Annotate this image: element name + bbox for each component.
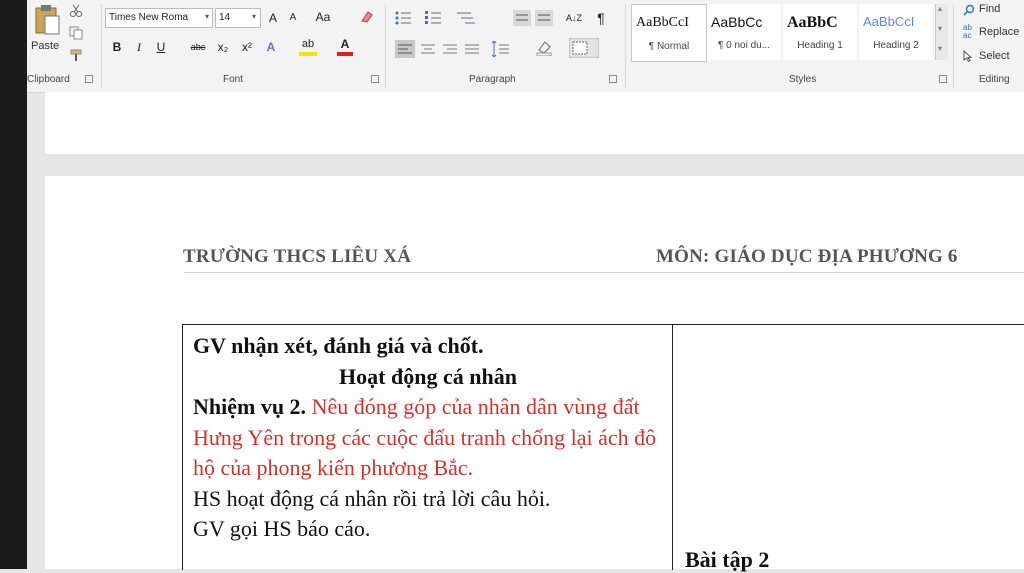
underline-button[interactable]: U — [153, 38, 169, 56]
font-color-button[interactable]: A — [337, 36, 353, 56]
cell-line-activity: Hoạt động cá nhân — [339, 363, 517, 389]
header-rule — [184, 272, 1024, 273]
line-spacing-icon[interactable] — [489, 41, 511, 57]
chevron-down-icon[interactable]: ▾ — [205, 12, 213, 21]
font-name-value: Times New Roma — [109, 12, 189, 23]
styles-group: AaBbCcI ¶ Normal AaBbCc ¶ 0 noi du... Aa… — [629, 0, 949, 92]
replace-label: Replace — [979, 26, 1020, 38]
superscript-button[interactable]: x² — [237, 38, 257, 56]
italic-button[interactable]: I — [131, 38, 147, 56]
separator — [625, 4, 626, 88]
sort-button[interactable]: A↓Z — [561, 9, 587, 27]
style-heading-2[interactable]: AaBbCcI Heading 2 — [859, 4, 933, 60]
paragraph-group: A↓Z ¶ Paragraph — [389, 0, 623, 92]
change-case-button[interactable]: Aa — [311, 8, 335, 26]
subscript-button[interactable]: x₂ — [213, 38, 233, 56]
style-name: ¶ 0 noi du... — [717, 40, 771, 51]
font-size-value: 14 — [219, 12, 231, 23]
window-left-edge — [0, 0, 27, 569]
cut-icon[interactable] — [69, 4, 83, 18]
shrink-font-button[interactable]: A — [285, 9, 301, 27]
style-name: ¶ Normal — [648, 41, 690, 52]
header-school: TRƯỜNG THCS LIÊU XÁ — [183, 246, 412, 267]
select-label: Select — [979, 50, 1010, 62]
style-sample: AaBbCc — [711, 14, 763, 30]
styles-scroll[interactable]: ▴ ▾ ▾ — [935, 4, 948, 60]
increase-indent-icon[interactable] — [535, 10, 553, 26]
grow-font-button[interactable]: A — [265, 9, 281, 27]
replace-icon: ab ac — [963, 23, 972, 40]
numbering-icon[interactable] — [425, 10, 447, 26]
align-left-icon[interactable] — [395, 40, 415, 58]
paste-label: Paste — [31, 40, 60, 52]
styles-launcher[interactable] — [939, 75, 947, 83]
bullets-icon[interactable] — [395, 10, 417, 26]
font-launcher[interactable] — [371, 75, 379, 83]
editing-group-label: Editing — [979, 74, 1010, 85]
align-right-icon[interactable] — [441, 41, 459, 57]
bold-button[interactable]: B — [109, 38, 125, 56]
task-label: Nhiệm vụ 2. — [193, 394, 307, 419]
font-group-label: Font — [223, 74, 244, 85]
page-gap — [45, 154, 1024, 176]
clipboard-launcher[interactable] — [85, 75, 93, 83]
cell-line-review: GV nhận xét, đánh giá và chốt. — [193, 333, 484, 358]
decrease-indent-icon[interactable] — [513, 10, 531, 26]
chevron-down-icon[interactable]: ▾ — [252, 12, 260, 21]
clear-formatting-icon[interactable] — [359, 9, 375, 25]
clipboard-group: Paste Clipboard — [27, 0, 101, 92]
multilevel-list-icon[interactable] — [455, 10, 477, 26]
exercise-label: Bài tập 2 — [685, 547, 770, 572]
align-center-icon[interactable] — [419, 41, 437, 57]
ribbon: Paste Clipboard Times New Roma ▾ 14 ▾ A … — [27, 0, 1024, 93]
style-heading-1[interactable]: AaBbC Heading 1 — [783, 4, 857, 60]
text-effects-button[interactable]: A — [263, 38, 279, 56]
cursor-icon — [963, 50, 973, 62]
styles-group-label: Styles — [789, 74, 817, 85]
format-painter-icon[interactable] — [69, 48, 83, 62]
cell-line-hs: HS hoạt động cá nhân rồi trả lời câu hỏi… — [193, 485, 551, 511]
shading-icon[interactable] — [535, 40, 553, 56]
style-normal[interactable]: AaBbCcI ¶ Normal — [631, 4, 707, 62]
table-column-divider — [672, 325, 673, 570]
lesson-table: GV nhận xét, đánh giá và chốt. Hoạt động… — [182, 324, 1024, 572]
previous-page-bottom — [45, 92, 1024, 154]
style-noi-du[interactable]: AaBbCc ¶ 0 noi du... — [707, 4, 781, 60]
style-name: Heading 2 — [873, 40, 919, 51]
chevron-down-icon[interactable]: ▾ — [938, 24, 942, 33]
more-styles-icon[interactable]: ▾ — [938, 44, 942, 53]
style-sample: AaBbC — [787, 14, 838, 31]
borders-icon[interactable] — [569, 38, 599, 58]
highlight-button[interactable]: ab — [299, 36, 317, 56]
table-cell-activities[interactable]: GV nhận xét, đánh giá và chốt. Hoạt động… — [193, 331, 663, 545]
clipboard-group-label: Clipboard — [27, 74, 70, 85]
paste-icon — [35, 5, 60, 35]
separator — [385, 4, 386, 88]
paragraph-group-label: Paragraph — [469, 74, 516, 85]
copy-icon[interactable] — [69, 26, 83, 40]
header-subject: MÔN: GIÁO DỤC ĐỊA PHƯƠNG 6 — [656, 246, 958, 267]
separator — [953, 4, 954, 88]
style-name: Heading 1 — [797, 40, 843, 51]
chevron-up-icon[interactable]: ▴ — [938, 4, 942, 13]
separator — [101, 4, 102, 88]
document-page[interactable]: TRƯỜNG THCS LIÊU XÁ MÔN: GIÁO DỤC ĐỊA PH… — [45, 176, 1024, 572]
show-marks-button[interactable]: ¶ — [593, 9, 609, 27]
paragraph-launcher[interactable] — [609, 75, 617, 83]
find-label: Find — [979, 3, 1001, 15]
font-name-box[interactable]: Times New Roma — [105, 8, 213, 28]
strikethrough-button[interactable]: abc — [187, 38, 209, 56]
search-icon — [963, 4, 975, 16]
editing-group: Find ab ac Replace Select Editing — [957, 0, 1024, 92]
style-sample: AaBbCcI — [636, 15, 689, 30]
font-group: Times New Roma ▾ 14 ▾ A A Aa B I U abc x… — [103, 0, 383, 92]
paste-button[interactable]: Paste — [31, 2, 63, 54]
cell-line-gv: GV gọi HS báo cáo. — [193, 516, 371, 541]
style-sample: AaBbCcI — [863, 14, 915, 29]
justify-icon[interactable] — [463, 41, 481, 57]
